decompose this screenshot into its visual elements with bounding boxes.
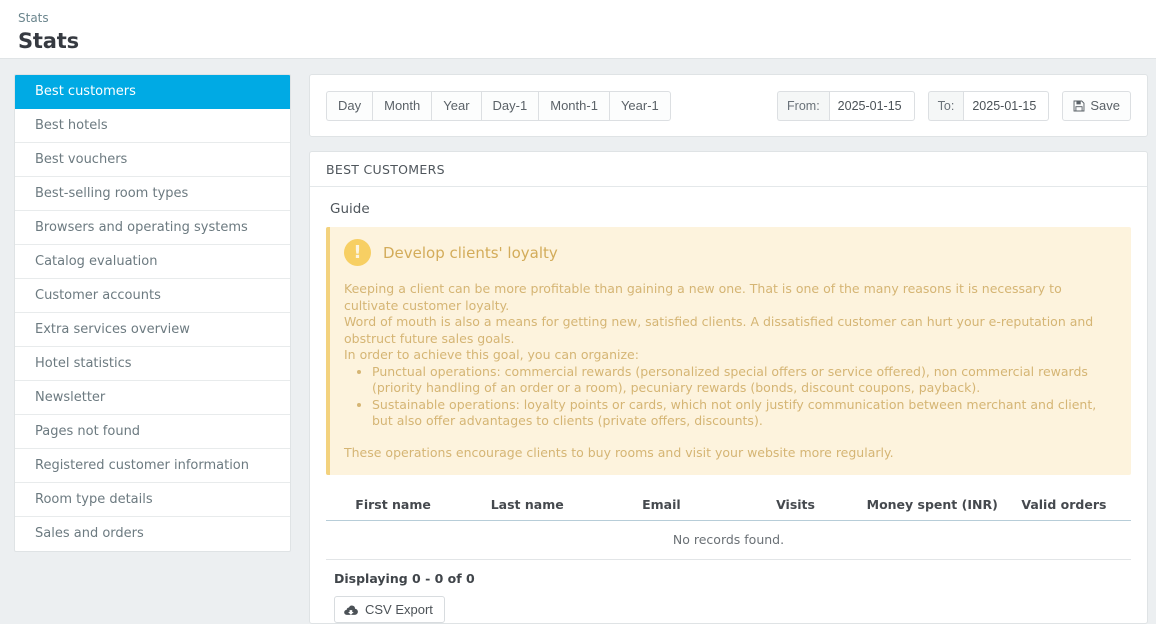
page-body: Best customers Best hotels Best vouchers Be… xyxy=(0,59,1156,624)
sidebar-item-catalog-evaluation[interactable]: Catalog evaluation xyxy=(15,245,290,279)
from-date-input[interactable] xyxy=(828,90,915,121)
sidebar-item-hotel-statistics[interactable]: Hotel statistics xyxy=(15,347,290,381)
exclamation-circle-icon: ! xyxy=(344,239,371,266)
panel-body: Guide ! Develop clients' loyalty Keeping… xyxy=(310,187,1147,623)
to-date-group: To: xyxy=(927,90,1050,121)
table-footer: Displaying 0 - 0 of 0 CSV Export xyxy=(326,560,1131,623)
displaying-count: Displaying 0 - 0 of 0 xyxy=(334,571,475,586)
sidebar-item-best-vouchers[interactable]: Best vouchers xyxy=(15,143,290,177)
table-row-empty: No records found. xyxy=(326,520,1131,560)
range-button-day-1[interactable]: Day-1 xyxy=(480,90,539,121)
alert-line: Keeping a client can be more profitable … xyxy=(344,281,1062,313)
range-button-day[interactable]: Day xyxy=(326,90,373,121)
alert-line: In order to achieve this goal, you can o… xyxy=(344,347,639,362)
floppy-disk-icon xyxy=(1073,100,1085,112)
cloud-download-icon xyxy=(344,604,358,616)
range-button-group: Day Month Year Day-1 Month-1 Year-1 xyxy=(326,90,671,121)
alert-bullet: Punctual operations: commercial rewards … xyxy=(372,364,1115,397)
main-column: DayMonthYearDay-1Month-1Year-1 From: To: xyxy=(309,74,1148,624)
csv-export-label: CSV Export xyxy=(365,602,433,617)
sidebar-item-newsletter[interactable]: Newsletter xyxy=(15,381,290,415)
sidebar-item-customer-accounts[interactable]: Customer accounts xyxy=(15,279,290,313)
table-column-header[interactable]: First name xyxy=(326,491,461,521)
guide-alert: ! Develop clients' loyalty Keeping a cli… xyxy=(326,227,1131,475)
sidebar-item-sales-and-orders[interactable]: Sales and orders xyxy=(15,517,290,551)
table-body: No records found. xyxy=(326,520,1131,560)
best-customers-panel: BEST CUSTOMERS Guide ! Develop clients' … xyxy=(309,151,1148,624)
to-label: To: xyxy=(927,90,964,121)
sidebar-item-best-hotels[interactable]: Best hotels xyxy=(15,109,290,143)
range-button-year-1[interactable]: Year-1 xyxy=(608,90,671,121)
alert-closing-line: These operations encourage clients to bu… xyxy=(344,444,894,460)
alert-paragraph: Keeping a client can be more profitable … xyxy=(344,281,1115,364)
breadcrumb: Stats xyxy=(18,11,49,25)
page-header: Stats Stats xyxy=(0,0,1156,59)
sidebar-item-pages-not-found[interactable]: Pages not found xyxy=(15,415,290,449)
stats-sidebar: Best customers Best hotels Best vouchers Be… xyxy=(14,74,291,552)
range-button-month-1[interactable]: Month-1 xyxy=(538,90,609,121)
alert-line: Word of mouth is also a means for gettin… xyxy=(344,314,1094,346)
alert-bullet-list: Punctual operations: commercial rewards … xyxy=(344,364,1115,430)
alert-bullet: Sustainable operations: loyalty points o… xyxy=(372,397,1115,430)
sidebar-item-best-customers[interactable]: Best customers xyxy=(15,75,290,109)
table-head: First name Last name Email Visits Money spen… xyxy=(326,491,1131,521)
from-date-group: From: xyxy=(777,90,915,121)
range-button-year[interactable]: Year xyxy=(431,90,481,121)
from-label: From: xyxy=(777,90,829,121)
alert-title: Develop clients' loyalty xyxy=(383,243,558,262)
to-date-input[interactable] xyxy=(963,90,1050,121)
table-column-header[interactable]: Email xyxy=(594,491,729,521)
csv-export-button[interactable]: CSV Export xyxy=(334,596,445,623)
save-button[interactable]: Save xyxy=(1062,90,1131,121)
sidebar-item-room-type-details[interactable]: Room type details xyxy=(15,483,290,517)
guide-label: Guide xyxy=(330,201,370,217)
sidebar-item-best-selling-room-types[interactable]: Best-selling room types xyxy=(15,177,290,211)
table-column-header[interactable]: Visits xyxy=(728,491,863,521)
sidebar-item-browsers-and-operating-systems[interactable]: Browsers and operating systems xyxy=(15,211,290,245)
table-column-header[interactable]: Money spent (INR) xyxy=(862,491,998,521)
date-range-toolbar: DayMonthYearDay-1Month-1Year-1 From: To: xyxy=(309,74,1148,137)
range-button-month[interactable]: Month xyxy=(372,90,432,121)
empty-message: No records found. xyxy=(326,520,1131,560)
page-title: Stats xyxy=(18,29,79,53)
table-column-header[interactable]: Valid orders xyxy=(996,491,1131,521)
sidebar-item-registered-customer-information[interactable]: Registered customer information xyxy=(15,449,290,483)
date-pickers: From: To: Save xyxy=(777,90,1131,121)
sidebar-item-extra-services-overview[interactable]: Extra services overview xyxy=(15,313,290,347)
table-header-row: First name Last name Email Visits Money spen… xyxy=(326,491,1131,521)
table-column-header[interactable]: Last name xyxy=(460,491,595,521)
best-customers-table: First name Last name Email Visits Money spen… xyxy=(326,491,1131,560)
alert-header: ! Develop clients' loyalty xyxy=(344,239,1115,266)
save-button-label: Save xyxy=(1090,98,1120,113)
panel-heading: BEST CUSTOMERS xyxy=(310,152,1147,187)
